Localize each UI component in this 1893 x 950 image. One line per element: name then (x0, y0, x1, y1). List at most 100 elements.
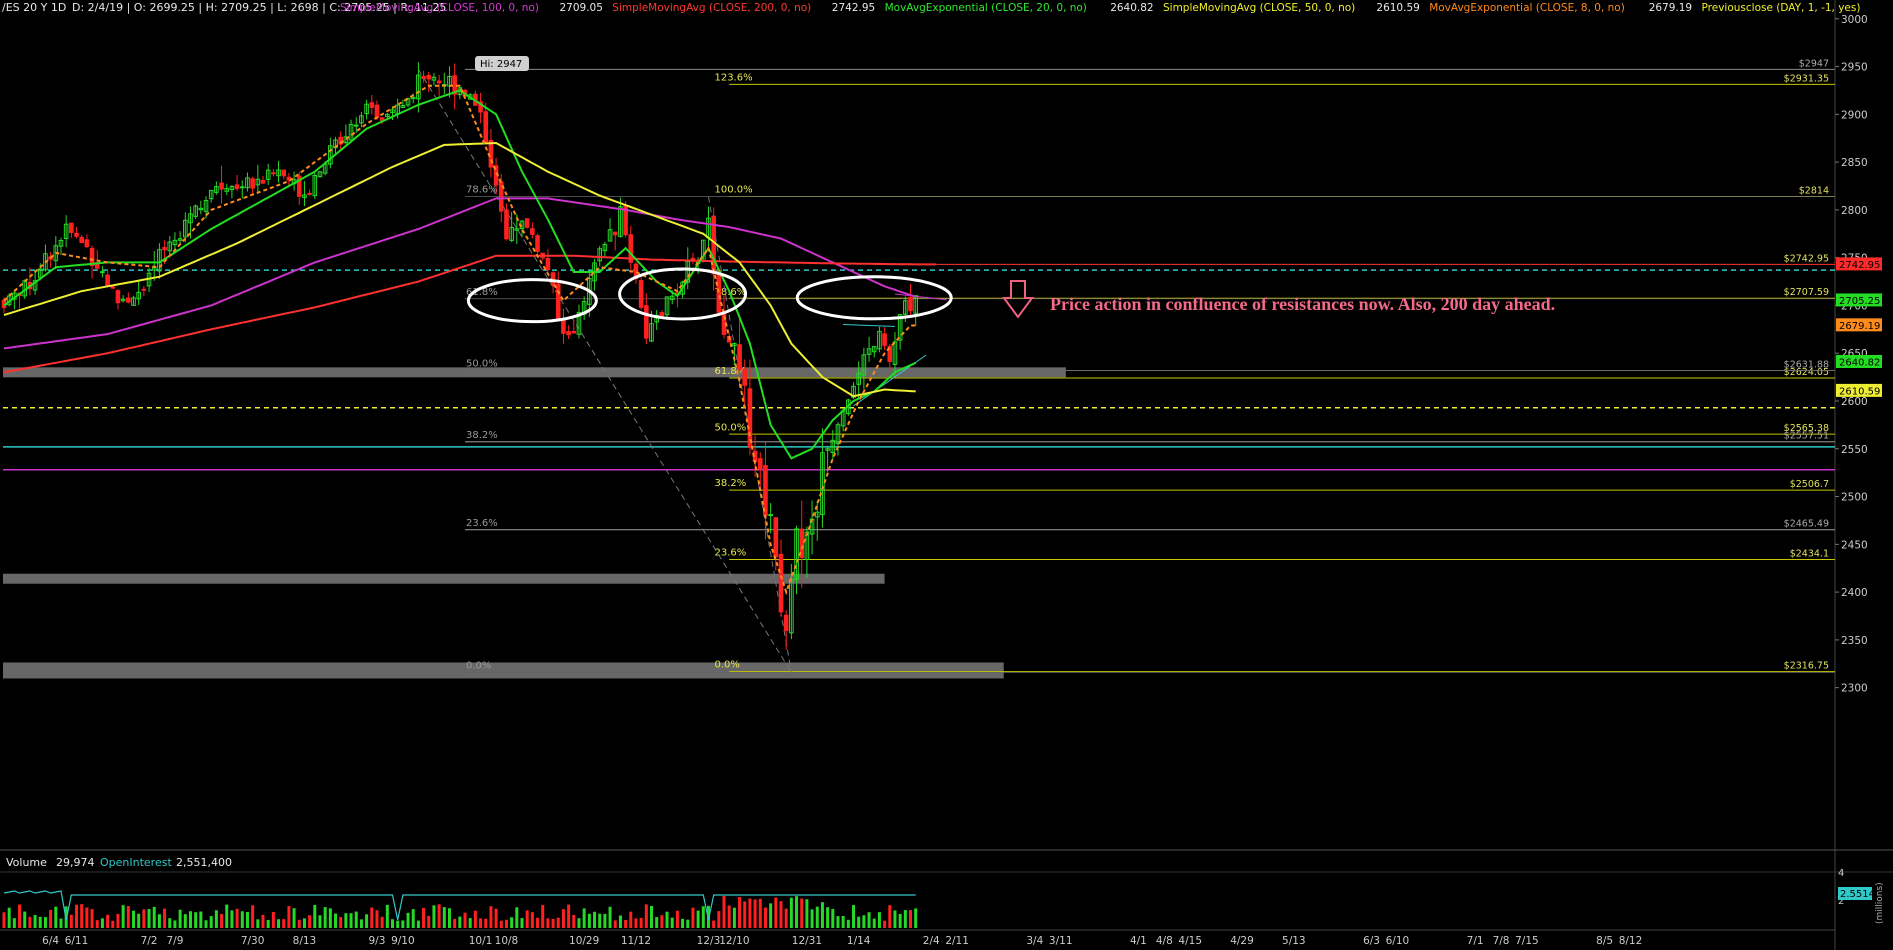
candle-body (234, 184, 240, 190)
candle-body (250, 178, 255, 189)
volume-bar (779, 901, 783, 928)
time-tick-label: 5/13 (1282, 935, 1306, 947)
price-tick-label: 2850 (1841, 157, 1868, 169)
volume-bar (665, 911, 669, 928)
volume-bar (152, 906, 156, 928)
study-value: 2640.82 (1110, 2, 1153, 14)
volume-bar (214, 910, 218, 928)
volume-bar (422, 907, 426, 928)
volume-bar (282, 919, 286, 928)
candle-body (737, 344, 742, 371)
volume-bar (515, 907, 519, 928)
volume-bar (484, 918, 488, 928)
candle-body (882, 333, 887, 346)
candle-body (524, 218, 530, 228)
study-label: MovAvgExponential (CLOSE, 20, 0, no) (885, 2, 1087, 14)
volume-bar (354, 911, 358, 928)
time-tick-label: 4/15 (1178, 935, 1202, 947)
volume-bar (784, 908, 788, 928)
volume-bar (820, 902, 824, 928)
time-tick-label: 4/1 (1130, 935, 1147, 947)
candle-body (908, 297, 913, 312)
volume-bar (644, 904, 648, 928)
volume-bar (54, 906, 58, 928)
fib-b-label: 100.0% (714, 185, 752, 196)
volume-bar (199, 911, 203, 928)
volume-bar (738, 897, 742, 928)
high-label: Hi: 2947 (480, 59, 522, 70)
volume-bar (339, 917, 343, 928)
volume-bar (893, 910, 897, 928)
volume-bar (546, 918, 550, 928)
time-tick-label: 7/9 (166, 935, 183, 947)
volume-bar (909, 910, 912, 928)
candle-body (369, 102, 375, 108)
volume-bar (696, 910, 700, 928)
time-tick-label: 6/10 (1386, 935, 1410, 947)
fib-b-label: 38.2% (714, 478, 746, 489)
price-tag-label: 2679.19 (1839, 321, 1880, 332)
volume-bar (769, 903, 773, 928)
volume-bar (432, 905, 436, 928)
candle-body (374, 104, 380, 118)
volume-bar (795, 896, 799, 928)
level-label: $2506.7 (1790, 479, 1829, 490)
time-tick-label: 12/10 (719, 935, 749, 947)
price-tick-label: 2300 (1841, 683, 1868, 695)
volume-bar (618, 915, 622, 928)
candle-body (110, 286, 116, 289)
fib-b-label: 0.0% (714, 659, 739, 670)
candle-body (260, 179, 266, 184)
volume-bar (7, 907, 11, 928)
volume-bar (28, 916, 32, 928)
volume-bar (805, 899, 809, 928)
price-tick-label: 2450 (1841, 539, 1868, 551)
price-chart[interactable]: /ES 20 Y 1D D: 2/4/19 | O: 2699.25 | H: … (0, 0, 1893, 950)
volume-bar (230, 910, 234, 928)
volume-bar (178, 909, 182, 928)
candle-body (141, 288, 147, 291)
time-tick-label: 6/11 (65, 935, 89, 947)
volume-bar (261, 914, 265, 928)
volume-bar (69, 914, 73, 928)
candle-body (219, 182, 224, 190)
symbol-label[interactable]: /ES 20 Y 1D (2, 1, 66, 14)
study-label: MovAvgExponential (CLOSE, 8, 0, no) (1429, 2, 1625, 14)
candle-body (281, 169, 287, 177)
volume-bar (18, 904, 22, 928)
time-tick-label: 7/2 (141, 935, 158, 947)
volume-bar (308, 915, 312, 928)
volume-bar (287, 906, 291, 928)
candle-body (426, 74, 432, 80)
volume-bar (831, 908, 835, 928)
volume-bar (349, 913, 353, 928)
volume-bar (556, 917, 560, 928)
volume-bar (313, 904, 317, 928)
volume-bar (722, 895, 726, 928)
volume-bar (582, 908, 586, 928)
volume-bar (126, 905, 130, 928)
volume-bar (59, 918, 63, 928)
volume-bar (204, 920, 208, 928)
volume-bar (629, 911, 633, 928)
price-tick-label: 2500 (1841, 492, 1868, 504)
volume-bar (121, 905, 125, 928)
volume-bar (587, 913, 591, 928)
candle-body (100, 271, 105, 274)
volume-value: 29,974 (56, 856, 95, 869)
price-tag-label: 2742.95 (1839, 260, 1880, 271)
time-tick-label: 9/10 (391, 935, 415, 947)
fib-a-label: 0.0% (466, 660, 491, 671)
time-tick-label: 10/8 (495, 935, 519, 947)
volume-bar (898, 913, 902, 928)
time-tick-label: 6/4 (42, 935, 59, 947)
volume-bar (38, 916, 42, 928)
candle-body (555, 283, 561, 319)
volume-bar (494, 908, 498, 928)
volume-bar (406, 912, 410, 928)
high-callout: Hi: 2947 (475, 56, 529, 71)
volume-bar (375, 910, 379, 928)
volume-bar (142, 909, 146, 928)
candle-body (545, 258, 551, 271)
candle-body (535, 235, 540, 252)
